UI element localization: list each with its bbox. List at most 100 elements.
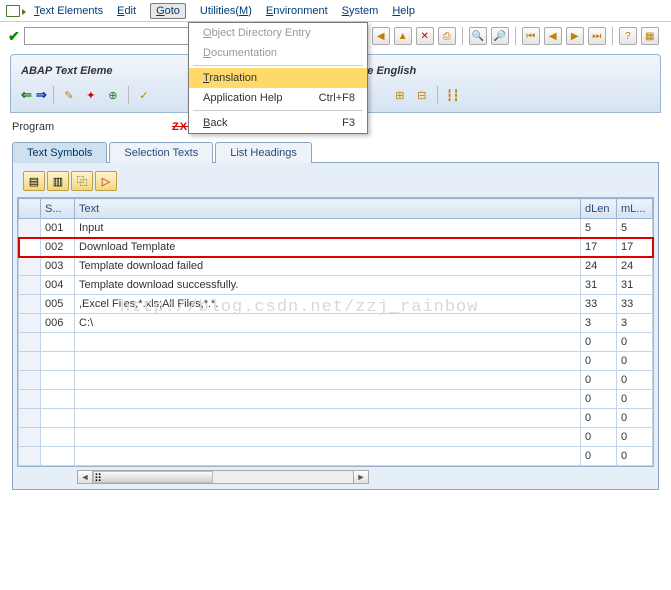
cell-text[interactable] bbox=[75, 447, 581, 466]
tab-text-symbols[interactable]: Text Symbols bbox=[12, 142, 107, 163]
cell-text[interactable]: ,Excel Files,*.xls;All Files,*.*. bbox=[75, 295, 581, 314]
cell-text[interactable] bbox=[75, 371, 581, 390]
cell-id[interactable] bbox=[41, 352, 75, 371]
active-inactive-icon[interactable]: ✦ bbox=[82, 86, 100, 104]
cell-text[interactable] bbox=[75, 352, 581, 371]
row-selector[interactable] bbox=[19, 276, 41, 295]
next-page-icon[interactable]: ▶ bbox=[566, 27, 584, 45]
scroll-left-icon[interactable]: ◄ bbox=[77, 470, 93, 484]
enter-icon[interactable]: ✔ bbox=[8, 28, 20, 45]
scroll-track[interactable]: ⠿ bbox=[93, 470, 353, 484]
scroll-right-icon[interactable]: ► bbox=[353, 470, 369, 484]
cell-dlen[interactable]: 0 bbox=[581, 390, 617, 409]
cell-id[interactable] bbox=[41, 333, 75, 352]
dd-documentation[interactable]: Documentation bbox=[189, 43, 367, 63]
row-selector[interactable] bbox=[19, 333, 41, 352]
dd-translation[interactable]: Translation bbox=[189, 68, 367, 88]
check-icon[interactable]: ✓ bbox=[135, 86, 153, 104]
menu-help[interactable]: Help bbox=[392, 5, 415, 17]
col-text[interactable]: Text bbox=[75, 199, 581, 219]
col-dlen[interactable]: dLen bbox=[581, 199, 617, 219]
cell-mlen[interactable]: 5 bbox=[617, 219, 653, 238]
cell-text[interactable] bbox=[75, 409, 581, 428]
table-row[interactable]: 006C:\33 bbox=[19, 314, 653, 333]
hierarchy-icon[interactable]: ┇┇ bbox=[444, 86, 462, 104]
cell-id[interactable]: 005 bbox=[41, 295, 75, 314]
display-change-icon[interactable]: ✎ bbox=[60, 86, 78, 104]
cell-dlen[interactable]: 24 bbox=[581, 257, 617, 276]
col-sym[interactable]: S... bbox=[41, 199, 75, 219]
first-page-icon[interactable]: ⏮ bbox=[522, 27, 540, 45]
tab-list-headings[interactable]: List Headings bbox=[215, 142, 312, 163]
dd-back[interactable]: BackF3 bbox=[189, 113, 367, 133]
expand-icon[interactable]: ▷ bbox=[95, 171, 117, 191]
back-icon[interactable]: ◀ bbox=[372, 27, 390, 45]
cell-mlen[interactable]: 0 bbox=[617, 333, 653, 352]
table-row[interactable]: 00 bbox=[19, 447, 653, 466]
col-mlen[interactable]: mL... bbox=[617, 199, 653, 219]
cell-mlen[interactable]: 24 bbox=[617, 257, 653, 276]
table-row[interactable]: 00 bbox=[19, 352, 653, 371]
prev-object-icon[interactable]: ⇐ bbox=[21, 87, 32, 103]
table-row[interactable]: 00 bbox=[19, 371, 653, 390]
cancel-icon[interactable]: ✕ bbox=[416, 27, 434, 45]
cell-text[interactable]: C:\ bbox=[75, 314, 581, 333]
table-row[interactable]: 004Template download successfully.3131 bbox=[19, 276, 653, 295]
cell-mlen[interactable]: 0 bbox=[617, 352, 653, 371]
cell-text[interactable] bbox=[75, 428, 581, 447]
menu-system[interactable]: System bbox=[342, 5, 379, 17]
cell-dlen[interactable]: 33 bbox=[581, 295, 617, 314]
structure-icon[interactable]: ⊞ bbox=[391, 86, 409, 104]
menu-utilities[interactable]: Utilities(M) bbox=[200, 5, 252, 17]
cell-dlen[interactable]: 0 bbox=[581, 333, 617, 352]
row-selector[interactable] bbox=[19, 257, 41, 276]
cell-id[interactable] bbox=[41, 371, 75, 390]
col-selector[interactable] bbox=[19, 199, 41, 219]
cell-text[interactable] bbox=[75, 333, 581, 352]
copy-row-icon[interactable]: ⿻ bbox=[71, 171, 93, 191]
exit-icon[interactable]: ▲ bbox=[394, 27, 412, 45]
table-row[interactable]: 00 bbox=[19, 409, 653, 428]
table-row[interactable]: 003Template download failed2424 bbox=[19, 257, 653, 276]
cell-dlen[interactable]: 0 bbox=[581, 447, 617, 466]
cell-id[interactable] bbox=[41, 409, 75, 428]
cell-text[interactable]: Template download failed bbox=[75, 257, 581, 276]
row-selector[interactable] bbox=[19, 238, 41, 257]
find-next-icon[interactable]: 🔎 bbox=[491, 27, 509, 45]
table-row[interactable]: 002Download Template1717 bbox=[19, 238, 653, 257]
cell-dlen[interactable]: 0 bbox=[581, 409, 617, 428]
prev-page-icon[interactable]: ◀ bbox=[544, 27, 562, 45]
row-selector[interactable] bbox=[19, 428, 41, 447]
next-object-icon[interactable]: ⇒ bbox=[36, 87, 47, 103]
cell-dlen[interactable]: 17 bbox=[581, 238, 617, 257]
cell-mlen[interactable]: 0 bbox=[617, 447, 653, 466]
cell-dlen[interactable]: 0 bbox=[581, 428, 617, 447]
last-page-icon[interactable]: ⏭ bbox=[588, 27, 606, 45]
table-row[interactable]: 00 bbox=[19, 333, 653, 352]
print-icon[interactable]: ⎙ bbox=[438, 27, 456, 45]
row-selector[interactable] bbox=[19, 390, 41, 409]
row-selector[interactable] bbox=[19, 447, 41, 466]
cell-text[interactable]: Template download successfully. bbox=[75, 276, 581, 295]
cell-id[interactable] bbox=[41, 428, 75, 447]
table-row[interactable]: 00 bbox=[19, 428, 653, 447]
row-selector[interactable] bbox=[19, 295, 41, 314]
row-selector[interactable] bbox=[19, 352, 41, 371]
tab-selection-texts[interactable]: Selection Texts bbox=[109, 142, 213, 163]
cell-dlen[interactable]: 0 bbox=[581, 352, 617, 371]
help-icon[interactable]: ? bbox=[619, 27, 637, 45]
cell-id[interactable]: 003 bbox=[41, 257, 75, 276]
cell-mlen[interactable]: 0 bbox=[617, 390, 653, 409]
cell-text[interactable]: Input bbox=[75, 219, 581, 238]
cell-id[interactable]: 001 bbox=[41, 219, 75, 238]
horizontal-scrollbar[interactable]: ◄ ⠿ ► bbox=[77, 469, 654, 485]
cell-mlen[interactable]: 3 bbox=[617, 314, 653, 333]
table-row[interactable]: 00 bbox=[19, 390, 653, 409]
document-icon[interactable] bbox=[6, 5, 20, 17]
menu-text-elements[interactable]: Text Elements bbox=[34, 5, 103, 17]
cell-id[interactable]: 002 bbox=[41, 238, 75, 257]
structure2-icon[interactable]: ⊟ bbox=[413, 86, 431, 104]
cell-id[interactable]: 004 bbox=[41, 276, 75, 295]
insert-row-icon[interactable]: ▤ bbox=[23, 171, 45, 191]
dd-application-help[interactable]: Application HelpCtrl+F8 bbox=[189, 88, 367, 108]
